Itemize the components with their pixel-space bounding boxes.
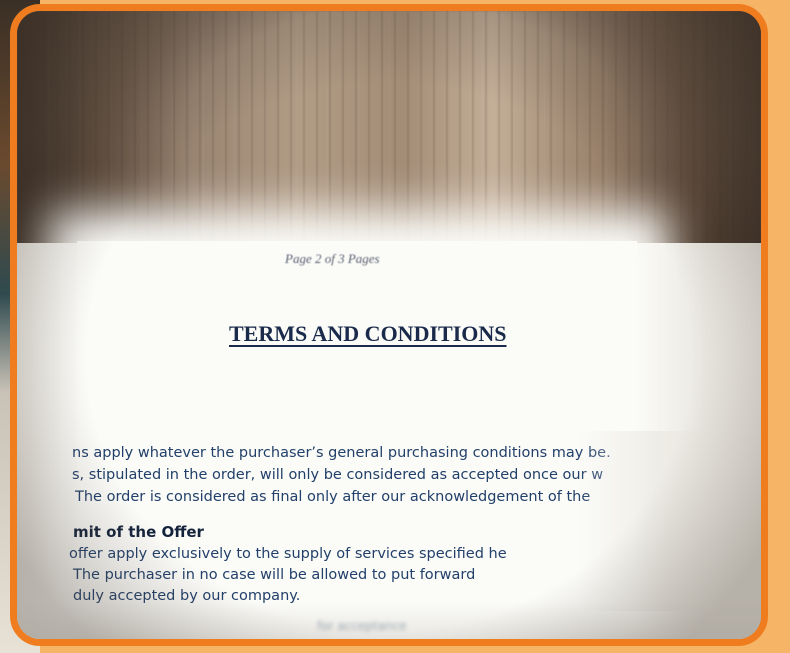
section-heading: mit of the Offer xyxy=(73,523,204,541)
photo-frame: Page 2 of 3 Pages TERMS AND CONDITIONS n… xyxy=(10,4,768,646)
magnified-paper-area xyxy=(77,241,637,639)
page-number: Page 2 of 3 Pages xyxy=(285,251,380,266)
out-of-focus-edge xyxy=(577,431,761,611)
blurred-text: for acceptance xyxy=(317,619,407,633)
section-line: The purchaser in no case will be allowed… xyxy=(73,567,476,583)
paragraph-line: s, stipulated in the order, will only be… xyxy=(72,467,604,483)
document-title: TERMS AND CONDITIONS xyxy=(229,321,507,346)
section-line: offer apply exclusively to the supply of… xyxy=(69,546,507,562)
paragraph-line: The order is considered as final only af… xyxy=(75,489,591,505)
lens-vignette xyxy=(17,11,761,261)
paragraph-line: ns apply whatever the purchaser’s genera… xyxy=(72,445,611,461)
